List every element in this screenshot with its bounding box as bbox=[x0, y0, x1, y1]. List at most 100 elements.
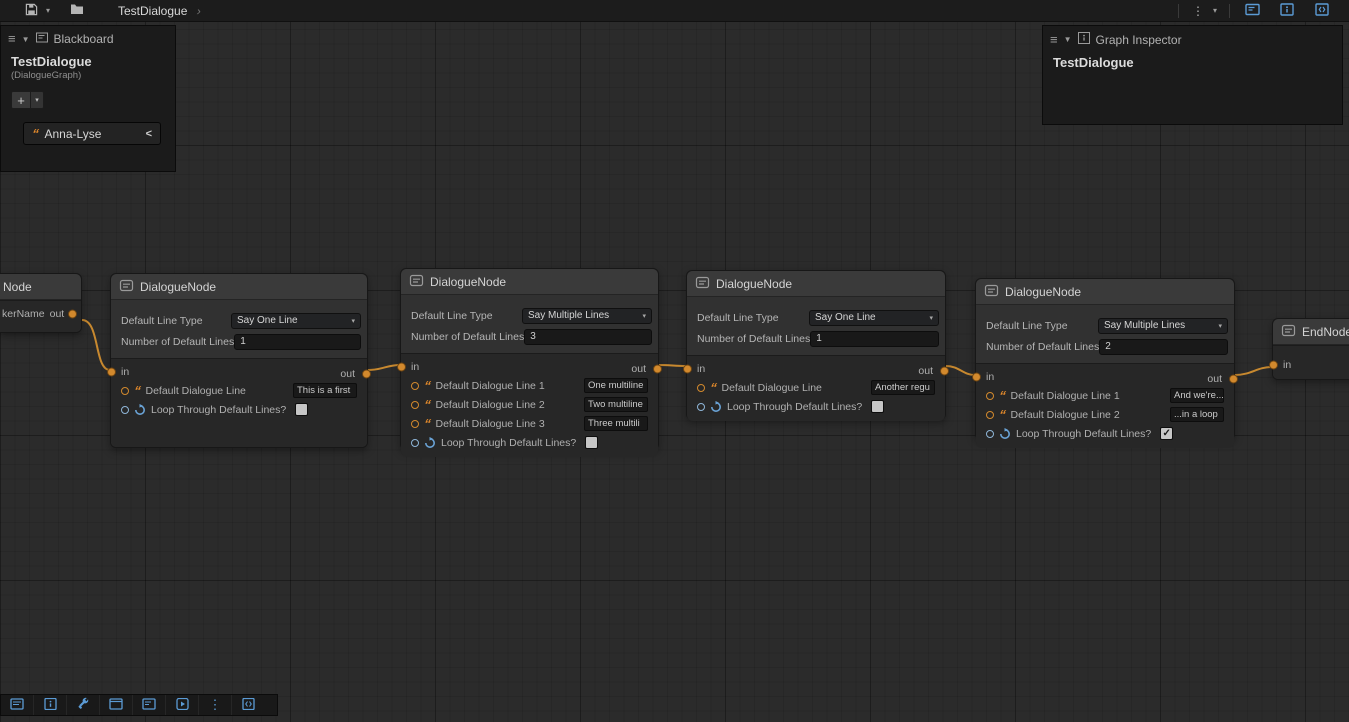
dialogue-node-1[interactable]: DialogueNode Default Line Type Say One L… bbox=[110, 273, 368, 448]
node-title: DialogueNode bbox=[716, 277, 792, 291]
line-type-label: Default Line Type bbox=[982, 320, 1068, 332]
count-field[interactable]: 2 bbox=[1099, 339, 1228, 355]
dialogue-line-field[interactable]: Two multiline bbox=[584, 397, 648, 412]
blackboard-field-name[interactable]: Anna-Lyse bbox=[45, 127, 140, 141]
dialogue-line-label: Default Dialogue Line 1 bbox=[1011, 390, 1120, 402]
in-port[interactable] bbox=[683, 364, 692, 373]
loop-icon bbox=[134, 404, 146, 416]
blackboard-header[interactable]: ≡ ▼ Blackboard bbox=[1, 26, 175, 50]
hamburger-icon[interactable]: ≡ bbox=[1050, 35, 1058, 45]
out-port[interactable] bbox=[362, 369, 371, 378]
scriptable-object-icon bbox=[695, 275, 710, 293]
collapse-arrow-icon[interactable]: ▼ bbox=[1064, 35, 1072, 44]
node-title-bar[interactable]: DialogueNode bbox=[401, 269, 658, 295]
dialogue-line-label: Default Dialogue Line 1 bbox=[436, 380, 545, 392]
hamburger-icon[interactable]: ≡ bbox=[8, 34, 16, 44]
node-title-bar[interactable]: DialogueNode bbox=[976, 279, 1234, 305]
kebab-icon: ⋮ bbox=[209, 697, 222, 713]
node-title-bar[interactable]: DialogueNode bbox=[111, 274, 367, 300]
overflow-button[interactable]: ⋮ bbox=[199, 695, 232, 715]
out-port[interactable] bbox=[940, 366, 949, 375]
dialogue-line-label: Default Dialogue Line 2 bbox=[1011, 409, 1120, 421]
loop-port[interactable] bbox=[986, 430, 994, 438]
node-title-bar[interactable]: DialogueNode bbox=[687, 271, 945, 297]
blackboard-icon bbox=[1245, 3, 1260, 19]
loop-port[interactable] bbox=[411, 439, 419, 447]
dialogue-line-port[interactable] bbox=[411, 401, 419, 409]
in-port[interactable] bbox=[1269, 360, 1278, 369]
blackboard-button[interactable] bbox=[133, 695, 166, 715]
scriptable-object-icon bbox=[984, 283, 999, 301]
loop-port[interactable] bbox=[121, 406, 129, 414]
save-dropdown-caret-icon[interactable]: ▾ bbox=[42, 6, 54, 15]
in-port[interactable] bbox=[397, 362, 406, 371]
dialogue-line-field[interactable]: Three multili bbox=[584, 416, 648, 431]
loop-label: Loop Through Default Lines? bbox=[151, 404, 286, 416]
count-field[interactable]: 1 bbox=[810, 331, 939, 347]
node-title-bar[interactable]: Node bbox=[0, 274, 81, 300]
dialogue-line-port[interactable] bbox=[411, 420, 419, 428]
open-asset-button[interactable] bbox=[66, 2, 88, 20]
out-port[interactable] bbox=[1229, 374, 1238, 383]
edge-node2-to-node3[interactable] bbox=[659, 365, 686, 366]
line-type-dropdown[interactable]: Say One Line ▾ bbox=[231, 313, 361, 329]
dialogue-line-field[interactable]: Another regu bbox=[871, 380, 935, 395]
count-field[interactable]: 1 bbox=[234, 334, 361, 350]
dialogue-line-label: Default Dialogue Line bbox=[146, 385, 246, 397]
in-port[interactable] bbox=[972, 372, 981, 381]
graph-inspector-header[interactable]: ≡ ▼ Graph Inspector bbox=[1043, 26, 1342, 51]
speaker-node[interactable]: Node kerName out bbox=[0, 273, 82, 333]
console-button[interactable] bbox=[1, 695, 34, 715]
dialogue-node-4[interactable]: DialogueNode Default Line Type Say Multi… bbox=[975, 278, 1235, 440]
dialogue-line-port[interactable] bbox=[121, 387, 129, 395]
inspector-button[interactable] bbox=[34, 695, 67, 715]
dialogue-line-port[interactable] bbox=[411, 382, 419, 390]
edge-node3-to-node4[interactable] bbox=[946, 366, 975, 375]
dialogue-line-port[interactable] bbox=[986, 411, 994, 419]
out-port[interactable] bbox=[68, 309, 77, 318]
code-button[interactable] bbox=[232, 695, 265, 715]
edge-node1-to-node2[interactable] bbox=[368, 365, 400, 370]
play-button[interactable] bbox=[166, 695, 199, 715]
edge-node4-to-end[interactable] bbox=[1235, 367, 1272, 375]
in-port[interactable] bbox=[107, 367, 116, 376]
collapse-arrow-icon[interactable]: ▼ bbox=[22, 35, 30, 44]
edge-speaker-to-node1[interactable] bbox=[82, 320, 110, 370]
line-type-dropdown[interactable]: Say Multiple Lines ▾ bbox=[1098, 318, 1228, 334]
inspector-icon bbox=[1078, 32, 1090, 47]
count-field[interactable]: 3 bbox=[524, 329, 652, 345]
dialogue-line-port[interactable] bbox=[986, 392, 994, 400]
out-port[interactable] bbox=[653, 364, 662, 373]
blackboard-field-anna-lyse[interactable]: “ Anna-Lyse < bbox=[23, 122, 161, 145]
graph-inspector-toggle-button[interactable] bbox=[1273, 2, 1301, 20]
dialogue-line-field[interactable]: This is a first bbox=[293, 383, 357, 398]
line-type-dropdown[interactable]: Say One Line ▾ bbox=[809, 310, 939, 326]
node-title-bar[interactable]: EndNode bbox=[1273, 319, 1349, 345]
preview-toggle-button[interactable] bbox=[1308, 2, 1336, 20]
overflow-menu-button[interactable]: ⋮ bbox=[1187, 2, 1209, 20]
dialogue-line-field[interactable]: ...in a loop bbox=[1170, 407, 1224, 422]
expose-arrow-icon[interactable]: < bbox=[146, 128, 152, 140]
save-button[interactable] bbox=[20, 2, 42, 20]
tools-button[interactable] bbox=[67, 695, 100, 715]
dialogue-line-field[interactable]: And we're... bbox=[1170, 388, 1224, 403]
breadcrumb[interactable]: TestDialogue bbox=[118, 4, 187, 18]
loop-checkbox[interactable] bbox=[295, 403, 308, 416]
line-type-dropdown[interactable]: Say Multiple Lines ▾ bbox=[522, 308, 652, 324]
overflow-menu-caret-icon[interactable]: ▾ bbox=[1209, 6, 1221, 15]
in-port-label: in bbox=[121, 366, 129, 378]
dialogue-node-2[interactable]: DialogueNode Default Line Type Say Multi… bbox=[400, 268, 659, 450]
end-node[interactable]: EndNode in bbox=[1272, 318, 1349, 380]
dialogue-node-3[interactable]: DialogueNode Default Line Type Say One L… bbox=[686, 270, 946, 420]
loop-checkbox[interactable] bbox=[871, 400, 884, 413]
loop-checkbox[interactable] bbox=[585, 436, 598, 449]
add-property-button[interactable]: + bbox=[11, 91, 31, 109]
loop-port[interactable] bbox=[697, 403, 705, 411]
dialogue-line-port[interactable] bbox=[697, 384, 705, 392]
dialogue-line-field[interactable]: One multiline bbox=[584, 378, 648, 393]
add-property-caret-icon[interactable]: ▾ bbox=[31, 91, 44, 109]
window-button[interactable] bbox=[100, 695, 133, 715]
blackboard-toggle-button[interactable] bbox=[1238, 2, 1266, 20]
loop-checkbox[interactable]: ✓ bbox=[1160, 427, 1173, 440]
folder-icon bbox=[70, 3, 84, 18]
